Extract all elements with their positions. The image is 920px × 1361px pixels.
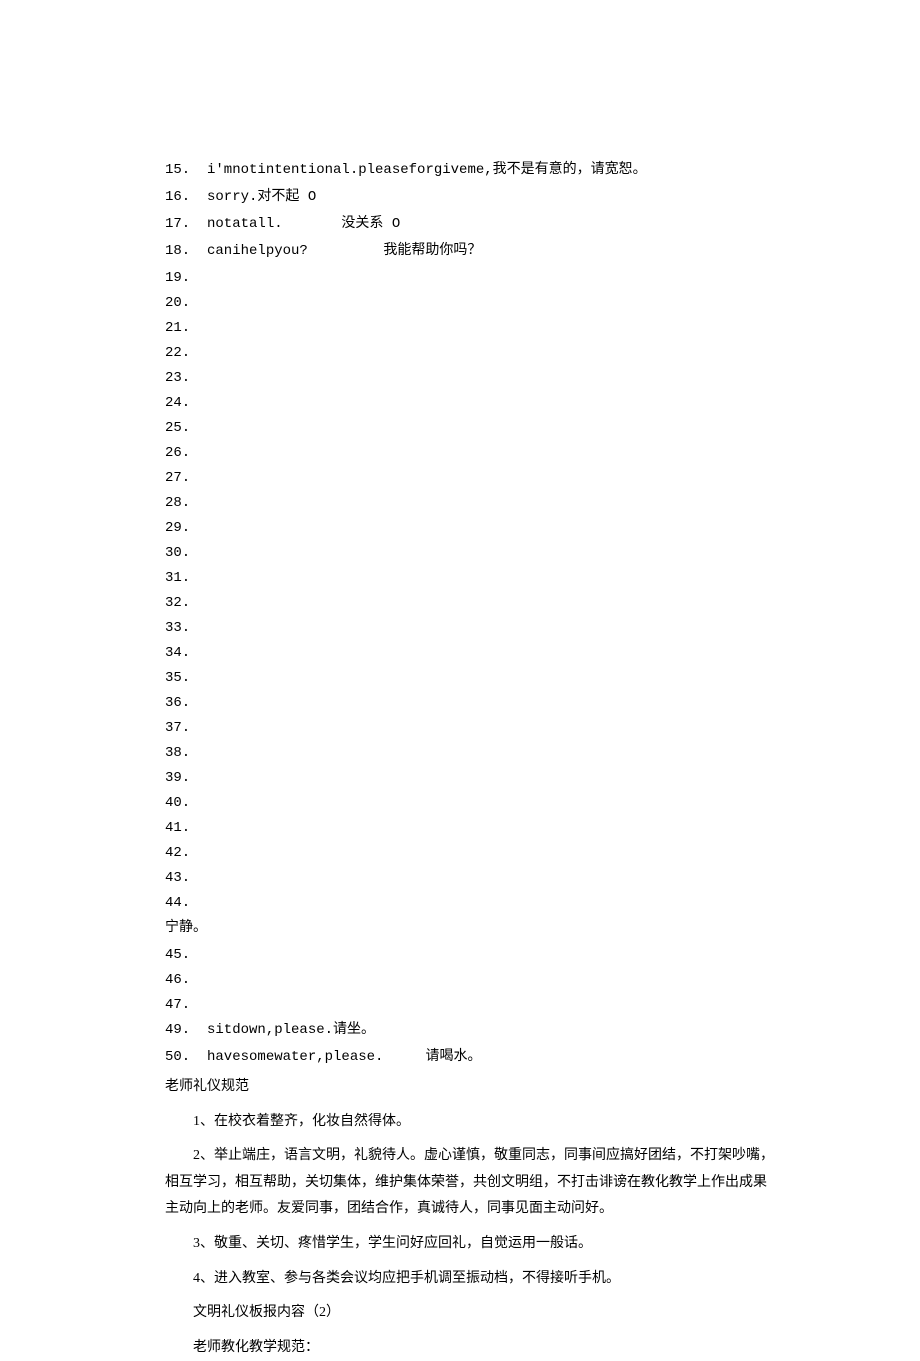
list-item: 46. bbox=[165, 970, 780, 991]
list-item: 16. sorry.对不起 O bbox=[165, 187, 780, 208]
list-item: 43. bbox=[165, 868, 780, 889]
list-item: 17. notatall. 没关系 O bbox=[165, 214, 780, 235]
list-item: 32. bbox=[165, 593, 780, 614]
list-item: 49. sitdown,please.请坐。 bbox=[165, 1020, 780, 1041]
list-item: 37. bbox=[165, 718, 780, 739]
list-item: 28. bbox=[165, 493, 780, 514]
list-item: 30. bbox=[165, 543, 780, 564]
paragraph: 1、在校衣着整齐，化妆自然得体。 bbox=[165, 1109, 780, 1136]
list-item: 38. bbox=[165, 743, 780, 764]
list-item: 45. bbox=[165, 945, 780, 966]
list-item: 33. bbox=[165, 618, 780, 639]
list-item: 18. canihelpyou? 我能帮助你吗？ bbox=[165, 241, 780, 262]
paragraph: 2、举止端庄，语言文明，礼貌待人。虚心谨慎，敬重同志，同事间应搞好团结，不打架吵… bbox=[165, 1143, 780, 1223]
paragraph: 3、敬重、关切、疼惜学生，学生问好应回礼，自觉运用一般话。 bbox=[165, 1231, 780, 1258]
paragraph: 老师教化教学规范： bbox=[165, 1335, 780, 1361]
list-item: 26. bbox=[165, 443, 780, 464]
list-item: 50. havesomewater,please. 请喝水。 bbox=[165, 1047, 780, 1068]
list-item: 34. bbox=[165, 643, 780, 664]
list-item: 22. bbox=[165, 343, 780, 364]
list-item: 39. bbox=[165, 768, 780, 789]
list-item: 42. bbox=[165, 843, 780, 864]
section-header: 老师礼仪规范 bbox=[165, 1074, 780, 1101]
paragraph: 文明礼仪板报内容（2） bbox=[165, 1300, 780, 1327]
list-item: 35. bbox=[165, 668, 780, 689]
list-item: 29. bbox=[165, 518, 780, 539]
list-item: 19. bbox=[165, 268, 780, 289]
list-item: 24. bbox=[165, 393, 780, 414]
list-item: 41. bbox=[165, 818, 780, 839]
list-item: 20. bbox=[165, 293, 780, 314]
list-item: 25. bbox=[165, 418, 780, 439]
paragraph: 4、进入教室、参与各类会议均应把手机调至振动档，不得接听手机。 bbox=[165, 1266, 780, 1293]
list-item: 23. bbox=[165, 368, 780, 389]
list-item: 47. bbox=[165, 995, 780, 1016]
list-item: 31. bbox=[165, 568, 780, 589]
list-item: 21. bbox=[165, 318, 780, 339]
list-item: 宁静。 bbox=[165, 918, 780, 939]
list-item: 40. bbox=[165, 793, 780, 814]
list-item: 15. i'mnotintentional.pleaseforgiveme,我不… bbox=[165, 160, 780, 181]
list-item: 36. bbox=[165, 693, 780, 714]
list-item: 44. bbox=[165, 893, 780, 914]
list-item: 27. bbox=[165, 468, 780, 489]
